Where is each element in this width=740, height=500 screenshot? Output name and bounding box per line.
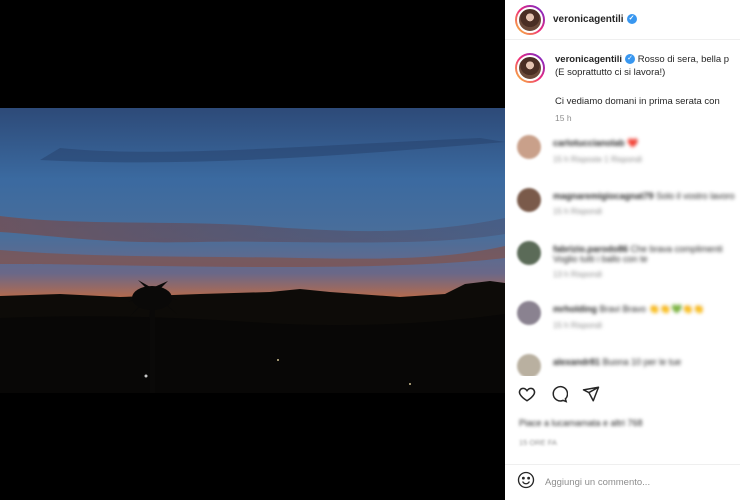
comment-text: Buona 10 per le tue — [602, 357, 682, 367]
comment-username[interactable]: magnaremigiocagnat79 — [553, 191, 654, 201]
comment-avatar[interactable] — [517, 301, 541, 325]
post-header: veronicagentili ✓ — [505, 0, 740, 40]
comment-body: fabrizio.parodo86 Che brava complimenti … — [553, 241, 723, 301]
comment-meta[interactable]: 13 h Rispondi — [553, 270, 723, 279]
comment-avatar[interactable] — [517, 188, 541, 212]
caption-line-1: Rosso di sera, bella p — [637, 54, 730, 65]
comment-body: alexandr81 Buona 10 per le tue — [553, 354, 681, 376]
comment-avatar[interactable] — [517, 241, 541, 265]
caption-timestamp[interactable]: 15 h — [555, 113, 740, 123]
caption-line-2: (E soprattutto ci si lavora!) — [555, 67, 666, 78]
verified-icon: ✓ — [625, 54, 636, 65]
comment-text: Che brava complimenti — [630, 244, 723, 254]
post-actions — [517, 384, 601, 404]
comment-username[interactable]: mrholding — [553, 304, 597, 314]
comment-meta[interactable]: 15 h Risposte 1 Rispondi — [553, 155, 642, 164]
caption-username[interactable]: veronicagentili — [555, 54, 622, 65]
heart-icon[interactable] — [517, 384, 537, 404]
comment-text: Bravi Bravo 👏👏💚👏👏 — [599, 304, 705, 314]
header-username[interactable]: veronicagentili ✓ — [553, 14, 637, 25]
comments-scroll-area[interactable]: veronicagentili ✓ Rosso di sera, bella p … — [505, 41, 740, 376]
likes-count[interactable]: Piace a lucamamata e altri 768 — [519, 418, 643, 428]
comment-item: mrholding Bravi Bravo 👏👏💚👏👏 15 h Rispond… — [505, 301, 740, 354]
post-date: 15 ORE FA — [519, 438, 557, 447]
post-sidebar: veronicagentili ✓ veronicagentili ✓ Rosso … — [505, 0, 740, 500]
profile-avatar[interactable] — [515, 4, 545, 35]
caption-avatar[interactable] — [515, 53, 545, 83]
comment-text: Solo il vostro lavoro — [656, 191, 735, 201]
comment-body: magnaremigiocagnat79 Solo il vostro lavo… — [553, 188, 735, 241]
emoji-icon[interactable] — [517, 471, 535, 494]
comment-avatar[interactable] — [517, 354, 541, 376]
caption-line-3: Ci vediamo domani in prima serata con — [555, 96, 720, 107]
comment-item: alexandr81 Buona 10 per le tue — [505, 354, 740, 376]
comment-body: mrholding Bravi Bravo 👏👏💚👏👏 15 h Rispond… — [553, 301, 705, 354]
comment-username[interactable]: carlotuccianolab — [553, 138, 625, 148]
comment-username[interactable]: alexandr81 — [553, 357, 600, 367]
comment-body: carlotuccianolab ❤️ 15 h Risposte 1 Risp… — [553, 135, 642, 188]
comment-item: fabrizio.parodo86 Che brava complimenti … — [505, 241, 740, 301]
comment-username[interactable]: fabrizio.parodo86 — [553, 244, 628, 254]
header-username-text[interactable]: veronicagentili — [553, 14, 624, 25]
verified-icon: ✓ — [626, 14, 637, 25]
add-comment-bar — [505, 464, 740, 500]
comment-text-2: Voglio tutti i ballo con te — [553, 254, 648, 264]
sunset-photo — [0, 108, 505, 393]
comment-input[interactable] — [545, 477, 725, 488]
comment-meta[interactable]: 15 h Rispondi — [553, 207, 735, 216]
caption-text: veronicagentili ✓ Rosso di sera, bella p … — [555, 53, 729, 83]
caption: veronicagentili ✓ Rosso di sera, bella p … — [505, 41, 740, 83]
post-media — [0, 0, 505, 500]
comment-item: magnaremigiocagnat79 Solo il vostro lavo… — [505, 188, 740, 241]
comment-text: ❤️ — [627, 138, 639, 148]
comments-list: carlotuccianolab ❤️ 15 h Risposte 1 Risp… — [505, 135, 740, 376]
comment-avatar[interactable] — [517, 135, 541, 159]
comment-meta[interactable]: 15 h Rispondi — [553, 321, 705, 330]
share-icon[interactable] — [581, 384, 601, 404]
comment-item: carlotuccianolab ❤️ 15 h Risposte 1 Risp… — [505, 135, 740, 188]
comment-icon[interactable] — [549, 384, 569, 404]
